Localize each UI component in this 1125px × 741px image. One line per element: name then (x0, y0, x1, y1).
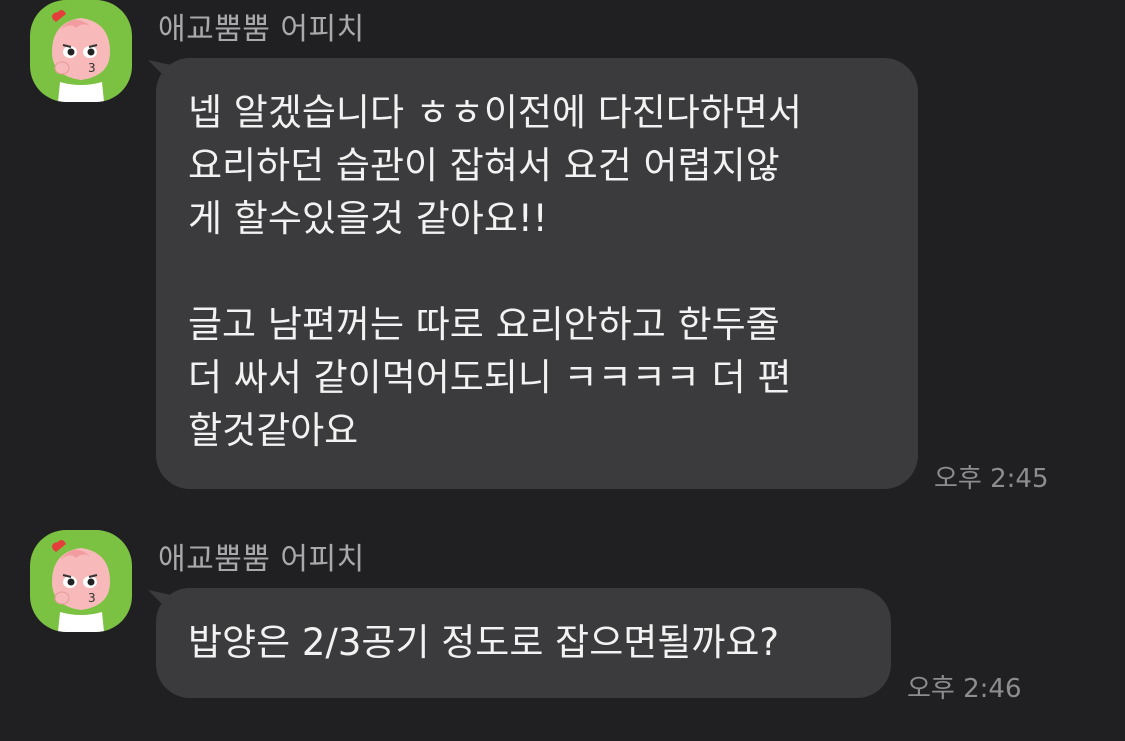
svg-text:3: 3 (88, 591, 96, 605)
svg-text:3: 3 (88, 61, 96, 75)
message-line: 게 할수있을것 같아요!! (188, 197, 548, 240)
message-time: 오후 2:45 (934, 464, 1049, 494)
message-bubble[interactable]: 밥양은 2/3공기 정도로 잡으면될까요? (156, 588, 891, 698)
message-line (188, 245, 886, 298)
message-line: 글고 남편꺼는 따로 요리안하고 한두줄 (188, 303, 780, 346)
message-line: 넵 알겠습니다 ㅎㅎ이전에 다진다하면서 (188, 91, 802, 134)
sender-name: 애교뿜뿜 어피치 (158, 542, 365, 577)
message-time: 오후 2:46 (907, 674, 1022, 704)
message-line: 요리하던 습관이 잡혀서 요건 어렵지않 (188, 144, 780, 187)
apeach-avatar-icon: 3 (52, 540, 110, 632)
message-line: 더 싸서 같이먹어도되니 ㅋㅋㅋㅋ 더 편 (188, 356, 792, 399)
message-line: 할것같아요 (188, 409, 359, 452)
profile-avatar[interactable]: 3 (30, 530, 132, 632)
message-line: 밥양은 2/3공기 정도로 잡으면될까요? (188, 621, 780, 664)
sender-name: 애교뿜뿜 어피치 (158, 12, 365, 47)
message-bubble[interactable]: 넵 알겠습니다 ㅎㅎ이전에 다진다하면서 요리하던 습관이 잡혀서 요건 어렵지… (156, 58, 918, 489)
chat-view[interactable]: 3 애교뿜뿜 어피치 넵 알겠습니다 ㅎㅎ이전에 다진다하면서 요리하던 습관이… (0, 0, 1125, 741)
apeach-avatar-icon: 3 (52, 10, 110, 102)
profile-avatar[interactable]: 3 (30, 0, 132, 102)
